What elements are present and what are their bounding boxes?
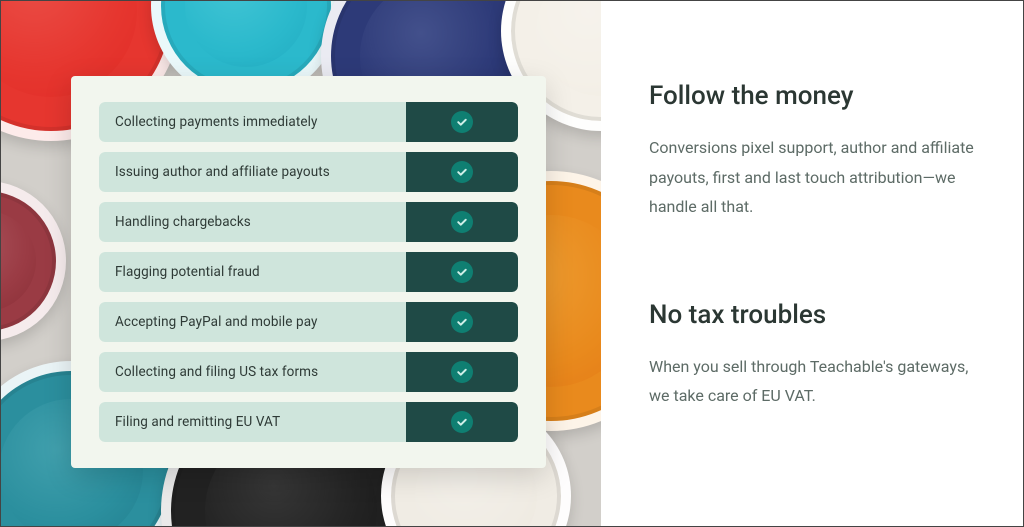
feature-label: Collecting and filing US tax forms: [99, 352, 406, 392]
feature-check-cell: [406, 252, 518, 292]
feature-label: Handling chargebacks: [99, 202, 406, 242]
check-icon: [451, 361, 473, 383]
feature-check-cell: [406, 202, 518, 242]
feature-check-cell: [406, 102, 518, 142]
feature-row: Accepting PayPal and mobile pay: [99, 302, 518, 342]
section-body: Conversions pixel support, author and af…: [649, 133, 979, 222]
feature-card: Collecting payments immediately Issuing …: [71, 76, 546, 468]
feature-check-cell: [406, 302, 518, 342]
left-pane: Collecting payments immediately Issuing …: [1, 1, 601, 526]
check-icon: [451, 411, 473, 433]
feature-check-cell: [406, 402, 518, 442]
check-icon: [451, 311, 473, 333]
section-heading: No tax troubles: [649, 300, 979, 330]
feature-row: Issuing author and affiliate payouts: [99, 152, 518, 192]
page-frame: Collecting payments immediately Issuing …: [0, 0, 1024, 527]
feature-row: Filing and remitting EU VAT: [99, 402, 518, 442]
feature-label: Collecting payments immediately: [99, 102, 406, 142]
feature-check-cell: [406, 352, 518, 392]
feature-label: Filing and remitting EU VAT: [99, 402, 406, 442]
check-icon: [451, 261, 473, 283]
feature-check-cell: [406, 152, 518, 192]
right-pane: Follow the money Conversions pixel suppo…: [601, 1, 1023, 526]
feature-label: Issuing author and affiliate payouts: [99, 152, 406, 192]
feature-label: Accepting PayPal and mobile pay: [99, 302, 406, 342]
feature-row: Handling chargebacks: [99, 202, 518, 242]
section-body: When you sell through Teachable's gatewa…: [649, 352, 979, 411]
section-no-tax-troubles: No tax troubles When you sell through Te…: [649, 300, 979, 411]
paint-can-icon: [1, 181, 66, 341]
feature-row: Flagging potential fraud: [99, 252, 518, 292]
feature-row: Collecting and filing US tax forms: [99, 352, 518, 392]
feature-label: Flagging potential fraud: [99, 252, 406, 292]
section-follow-the-money: Follow the money Conversions pixel suppo…: [649, 81, 979, 222]
feature-row: Collecting payments immediately: [99, 102, 518, 142]
check-icon: [451, 211, 473, 233]
check-icon: [451, 111, 473, 133]
check-icon: [451, 161, 473, 183]
section-heading: Follow the money: [649, 81, 979, 111]
